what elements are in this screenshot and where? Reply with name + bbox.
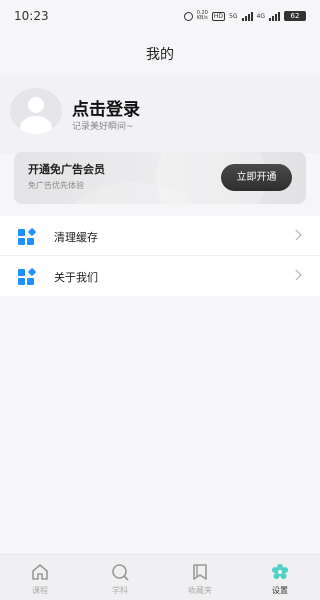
- chevron-right-icon: [290, 269, 302, 281]
- bookmark-icon: [193, 564, 207, 580]
- network-speed: 0.20 KB/s: [197, 11, 208, 21]
- status-time: 10:23: [14, 9, 49, 23]
- chevron-right-icon: [290, 229, 302, 241]
- battery-icon: 62: [284, 11, 306, 21]
- activate-vip-button[interactable]: 立即开通: [221, 164, 292, 191]
- tab-label: 学科: [112, 586, 128, 595]
- tab-subjects[interactable]: 学科: [80, 555, 160, 600]
- menu-item-label: 清理缓存: [54, 231, 98, 244]
- menu-item-about-us[interactable]: 关于我们: [0, 256, 320, 296]
- vip-card: 开通免广告会员 免广告优先体验 立即开通: [14, 152, 306, 204]
- signal-icon: [241, 11, 253, 21]
- header: 我的: [0, 30, 320, 76]
- tab-label: 设置: [272, 586, 288, 595]
- search-icon: [112, 564, 129, 581]
- tab-courses[interactable]: 课程: [0, 555, 80, 600]
- status-icons: 0.20 KB/s HD 5G 4G: [183, 10, 280, 22]
- menu-item-clear-cache[interactable]: 清理缓存: [0, 216, 320, 256]
- page-title: 我的: [146, 47, 174, 63]
- 4g-label: 4G: [256, 12, 265, 20]
- login-link[interactable]: 点击登录: [72, 95, 140, 120]
- status-bar: 10:23 0.20 KB/s HD 5G 4G 62: [0, 0, 320, 30]
- bottom-nav: 课程 学科 收藏夹 设置: [0, 554, 320, 600]
- tab-label: 课程: [32, 586, 48, 595]
- vip-title: 开通免广告会员: [28, 163, 105, 176]
- alarm-icon: [183, 11, 193, 21]
- profile-subtitle: 记录美好瞬间~: [72, 122, 134, 132]
- settings-flower-icon: [272, 564, 288, 579]
- apps-icon: [18, 227, 37, 245]
- tab-favorites[interactable]: 收藏夹: [160, 555, 240, 600]
- 5g-label: 5G: [229, 12, 238, 20]
- settings-menu: 清理缓存 关于我们: [0, 216, 320, 296]
- hd-icon: HD: [211, 11, 226, 21]
- apps-icon: [18, 267, 37, 285]
- profile-section[interactable]: 点击登录 记录美好瞬间~: [0, 76, 320, 154]
- tab-label: 收藏夹: [188, 586, 212, 595]
- menu-item-label: 关于我们: [54, 271, 98, 284]
- network-speed-unit: KB/s: [196, 15, 208, 21]
- tab-settings[interactable]: 设置: [240, 555, 320, 600]
- signal-icon-2: [269, 11, 280, 21]
- vip-description: 免广告优先体验: [28, 181, 84, 190]
- home-icon: [32, 564, 48, 580]
- avatar[interactable]: [10, 88, 62, 134]
